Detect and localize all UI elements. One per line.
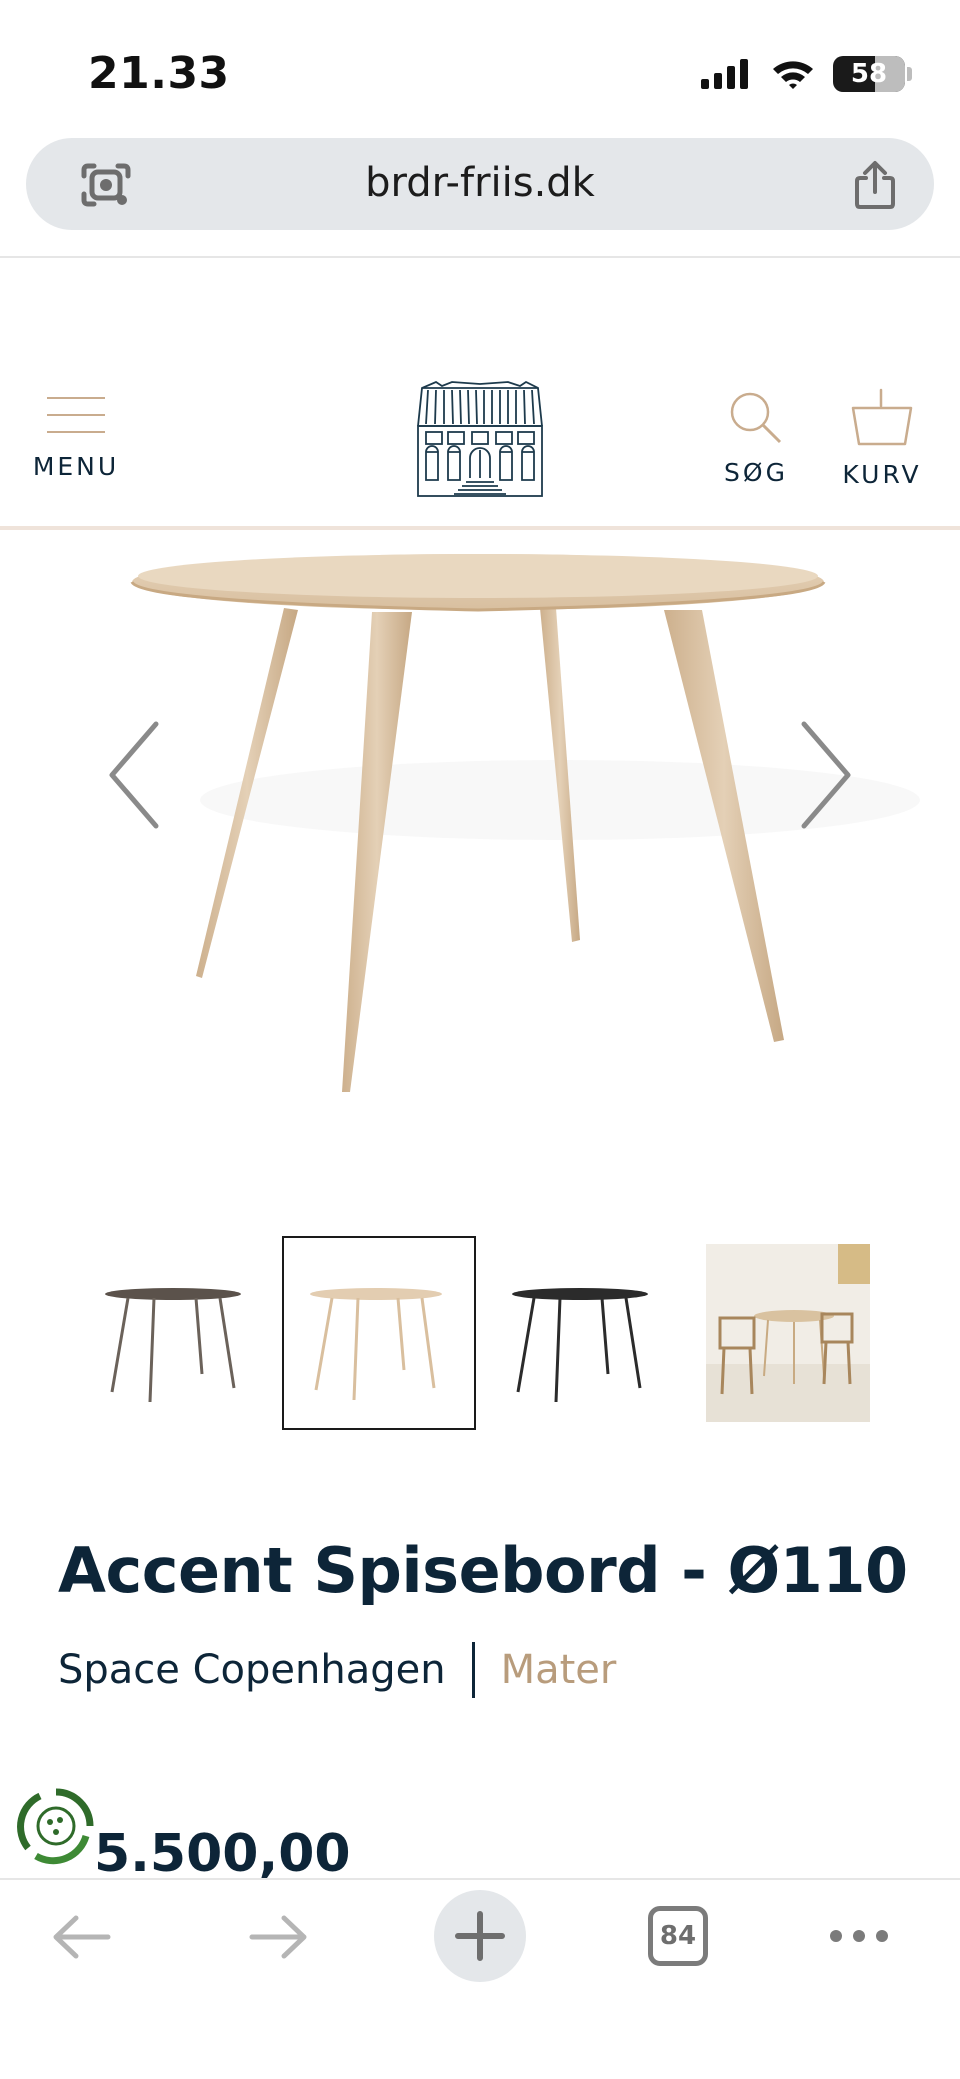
url-text[interactable]: brdr-friis.dk	[26, 160, 934, 206]
divider	[471, 1642, 475, 1698]
product-subline: Space Copenhagen Mater	[58, 1642, 616, 1698]
cellular-signal-icon	[701, 59, 748, 89]
tab-switcher-button[interactable]: 84	[648, 1906, 708, 1966]
designer-name[interactable]: Space Copenhagen	[58, 1647, 446, 1693]
thumbnail-table-black-image	[512, 1288, 648, 1403]
plus-icon	[455, 1911, 505, 1961]
browser-toolbar: 84	[0, 1878, 960, 2079]
status-time: 21.33	[88, 48, 230, 99]
recycle-badge-icon[interactable]	[16, 1786, 96, 1866]
thumbnail-black-oak[interactable]	[500, 1236, 694, 1430]
thumbnail-smoked-oak[interactable]	[92, 1236, 286, 1430]
cart-label: KURV	[842, 460, 922, 489]
forward-arrow-icon[interactable]	[248, 1914, 310, 1960]
battery-level: 58	[850, 59, 888, 89]
search-icon	[730, 392, 782, 444]
wifi-icon	[773, 61, 813, 89]
product-image	[130, 554, 920, 1092]
new-tab-button[interactable]	[434, 1890, 526, 1982]
menu-button[interactable]: MENU	[30, 394, 122, 481]
more-options-icon[interactable]	[828, 1926, 890, 1946]
status-bar: 21.33 58	[0, 0, 960, 140]
search-button[interactable]: SØG	[714, 390, 798, 487]
brand-name[interactable]: Mater	[501, 1647, 617, 1693]
product-price: 5.500,00	[94, 1824, 351, 1884]
address-bar[interactable]: brdr-friis.dk	[26, 138, 934, 230]
site-logo[interactable]	[412, 378, 548, 500]
thumbnail-table-oak-image	[310, 1288, 442, 1401]
battery-indicator: 58	[833, 56, 905, 92]
basket-icon	[851, 388, 913, 446]
product-title: Accent Spisebord - Ø110	[58, 1534, 908, 1607]
status-icons: 58	[701, 56, 912, 92]
divider	[0, 256, 960, 258]
thumbnail-strip	[0, 1236, 960, 1432]
thumbnail-dining-room[interactable]	[706, 1244, 870, 1422]
next-image-arrow[interactable]	[796, 720, 856, 830]
thumbnail-natural-oak[interactable]	[282, 1236, 476, 1430]
hamburger-icon	[47, 397, 105, 433]
previous-image-arrow[interactable]	[104, 720, 164, 830]
thumbnail-dining-room-image	[706, 1244, 870, 1422]
back-arrow-icon[interactable]	[50, 1914, 112, 1960]
menu-label: MENU	[32, 452, 120, 481]
cart-button[interactable]: KURV	[836, 386, 928, 489]
share-icon[interactable]	[852, 160, 898, 210]
search-label: SØG	[724, 458, 788, 487]
thumbnail-table-smoked-image	[105, 1288, 241, 1403]
product-image-carousel[interactable]	[0, 530, 960, 1150]
